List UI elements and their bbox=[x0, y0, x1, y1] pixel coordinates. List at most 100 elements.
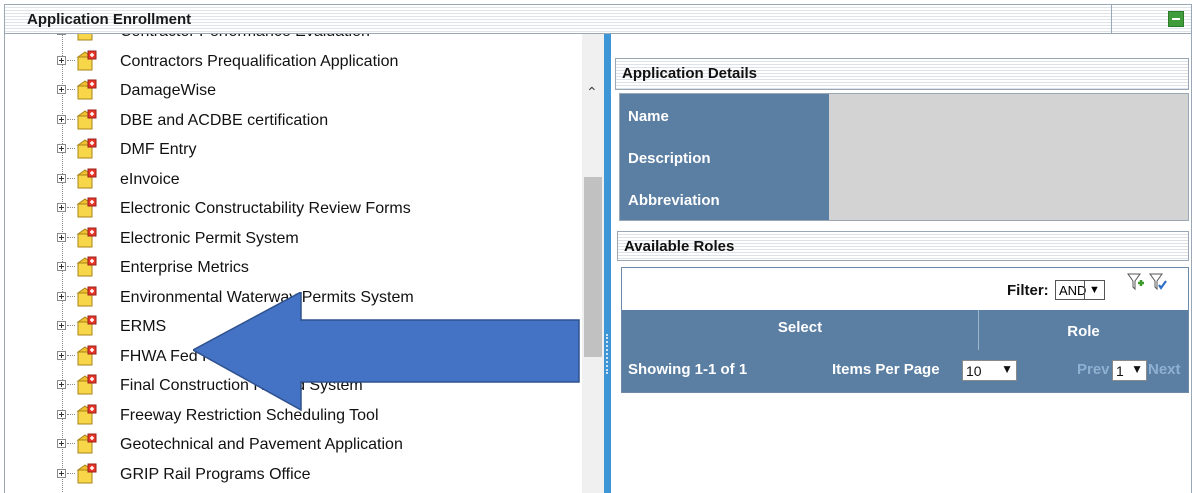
panel-titlebar: Application Enrollment bbox=[5, 5, 1191, 34]
application-enrollment-panel: Application Enrollment Contractor Perfor… bbox=[4, 4, 1192, 493]
tree-item[interactable]: DMF Entry bbox=[5, 136, 582, 165]
expand-icon[interactable] bbox=[57, 34, 66, 35]
tree-item-label[interactable]: Contractor Performance Evaluation bbox=[120, 34, 370, 41]
filter-bar: Filter: AND ▼ bbox=[622, 268, 1188, 310]
collapse-panel-button[interactable] bbox=[1168, 11, 1184, 27]
tree-connector bbox=[67, 472, 75, 474]
application-icon bbox=[76, 463, 97, 483]
tree-item[interactable]: Contractors Prequalification Application bbox=[5, 48, 582, 77]
tree-connector bbox=[67, 177, 75, 179]
annotation-arrow-icon bbox=[193, 292, 580, 412]
tree-item-label[interactable]: DMF Entry bbox=[120, 141, 196, 159]
showing-count: Showing 1-1 of 1 bbox=[628, 361, 748, 378]
scroll-up-arrow-icon[interactable]: ⌃ bbox=[586, 84, 598, 101]
tree-item[interactable]: Enterprise Metrics bbox=[5, 254, 582, 283]
application-details-header: Application Details bbox=[615, 58, 1189, 90]
expand-icon[interactable] bbox=[57, 114, 66, 124]
filter-label: Filter: bbox=[1007, 282, 1049, 299]
abbreviation-label: Abbreviation bbox=[620, 178, 829, 220]
tree-item[interactable]: Geotechnical and Pavement Application bbox=[5, 431, 582, 460]
tree-item[interactable]: DamageWise bbox=[5, 77, 582, 106]
tree-item-label[interactable]: eInvoice bbox=[120, 171, 180, 189]
application-icon bbox=[76, 433, 97, 454]
expand-icon[interactable] bbox=[57, 468, 66, 478]
application-icon bbox=[76, 404, 97, 424]
tree-connector bbox=[67, 207, 75, 208]
application-icon bbox=[76, 286, 97, 306]
expand-icon[interactable] bbox=[57, 55, 66, 65]
application-icon bbox=[76, 197, 97, 218]
available-roles-grid: Filter: AND ▼ Select Role Showing 1-1 of… bbox=[621, 267, 1189, 393]
tree-item[interactable]: Electronic Permit System bbox=[5, 225, 582, 254]
tree-item[interactable]: DBE and ACDBE certification bbox=[5, 107, 582, 136]
application-icon bbox=[76, 374, 97, 395]
detail-row-abbreviation: Abbreviation bbox=[620, 178, 1188, 220]
expand-icon[interactable] bbox=[57, 439, 66, 448]
tree-item-label[interactable]: ERMS bbox=[120, 318, 166, 336]
tree-connector bbox=[67, 325, 75, 326]
column-header-select[interactable]: Select bbox=[622, 310, 979, 350]
expand-icon[interactable] bbox=[57, 232, 66, 242]
application-icon bbox=[76, 168, 97, 188]
tree-item-label[interactable]: Enterprise Metrics bbox=[120, 259, 249, 277]
tree-item[interactable]: Contractor Performance Evaluation bbox=[5, 34, 582, 47]
application-icon bbox=[76, 50, 97, 70]
expand-icon[interactable] bbox=[57, 85, 66, 94]
items-per-page-label: Items Per Page bbox=[832, 361, 940, 378]
chevron-down-icon: ▼ bbox=[1001, 362, 1013, 376]
scrollbar-thumb[interactable] bbox=[584, 177, 602, 357]
tree-connector bbox=[67, 59, 75, 61]
expand-icon[interactable] bbox=[57, 291, 66, 301]
prev-page-link[interactable]: Prev bbox=[1077, 361, 1110, 378]
expand-icon[interactable] bbox=[57, 203, 66, 212]
titlebar-divider bbox=[1111, 5, 1112, 33]
tree-item-label[interactable]: GRIP Rail Programs Office bbox=[120, 466, 311, 484]
expand-icon[interactable] bbox=[57, 409, 66, 419]
tree-item-label[interactable]: Geotechnical and Pavement Application bbox=[120, 436, 403, 454]
expand-icon[interactable] bbox=[57, 321, 66, 330]
tree-connector bbox=[67, 118, 75, 120]
tree-item-label[interactable]: Electronic Constructability Review Forms bbox=[120, 200, 411, 218]
expand-icon[interactable] bbox=[57, 350, 66, 360]
tree-item-label[interactable]: DamageWise bbox=[120, 82, 216, 100]
roles-column-headers: Select Role bbox=[622, 310, 1188, 350]
tree-item[interactable]: eInvoice bbox=[5, 166, 582, 195]
expand-icon[interactable] bbox=[57, 380, 66, 389]
splitter-grip-icon bbox=[606, 334, 610, 374]
add-filter-icon[interactable] bbox=[1127, 272, 1145, 294]
column-header-role[interactable]: Role bbox=[979, 310, 1188, 350]
application-details-table: Name Description Abbreviation bbox=[619, 93, 1189, 221]
expand-icon[interactable] bbox=[57, 144, 66, 153]
description-label: Description bbox=[620, 136, 829, 178]
expand-icon[interactable] bbox=[57, 173, 66, 183]
tree-connector bbox=[67, 295, 75, 297]
tree-item[interactable]: Electronic Constructability Review Forms bbox=[5, 195, 582, 224]
page-select[interactable]: 1 ▼ bbox=[1112, 360, 1147, 381]
clear-filter-icon[interactable] bbox=[1149, 272, 1167, 294]
tree-connector bbox=[67, 413, 75, 415]
filter-operator-select[interactable]: AND ▼ bbox=[1055, 280, 1105, 300]
tree-item-label[interactable]: Electronic Permit System bbox=[120, 230, 299, 248]
chevron-down-icon: ▼ bbox=[1131, 362, 1143, 376]
application-icon bbox=[77, 34, 93, 41]
application-icon bbox=[76, 138, 97, 159]
pane-splitter[interactable] bbox=[604, 34, 611, 493]
items-per-page-select[interactable]: 10 ▼ bbox=[962, 360, 1017, 381]
page-value: 1 bbox=[1116, 363, 1124, 379]
tree-connector bbox=[67, 148, 75, 149]
application-icon bbox=[76, 315, 97, 336]
detail-row-name: Name bbox=[620, 94, 1188, 136]
expand-icon[interactable] bbox=[57, 262, 66, 271]
tree-scrollbar[interactable]: ⌃ bbox=[582, 34, 604, 493]
tree-connector bbox=[67, 354, 75, 356]
tree-item-label[interactable]: Contractors Prequalification Application bbox=[120, 53, 398, 71]
next-page-link[interactable]: Next bbox=[1148, 361, 1181, 378]
panel-title: Application Enrollment bbox=[27, 11, 192, 28]
application-icon bbox=[76, 79, 97, 100]
filter-operator-value: AND bbox=[1059, 283, 1087, 298]
items-per-page-value: 10 bbox=[966, 363, 982, 379]
tree-connector bbox=[67, 236, 75, 238]
tree-item-label[interactable]: DBE and ACDBE certification bbox=[120, 112, 328, 130]
abbreviation-value bbox=[829, 178, 1188, 220]
tree-item[interactable]: GRIP Rail Programs Office bbox=[5, 461, 582, 490]
